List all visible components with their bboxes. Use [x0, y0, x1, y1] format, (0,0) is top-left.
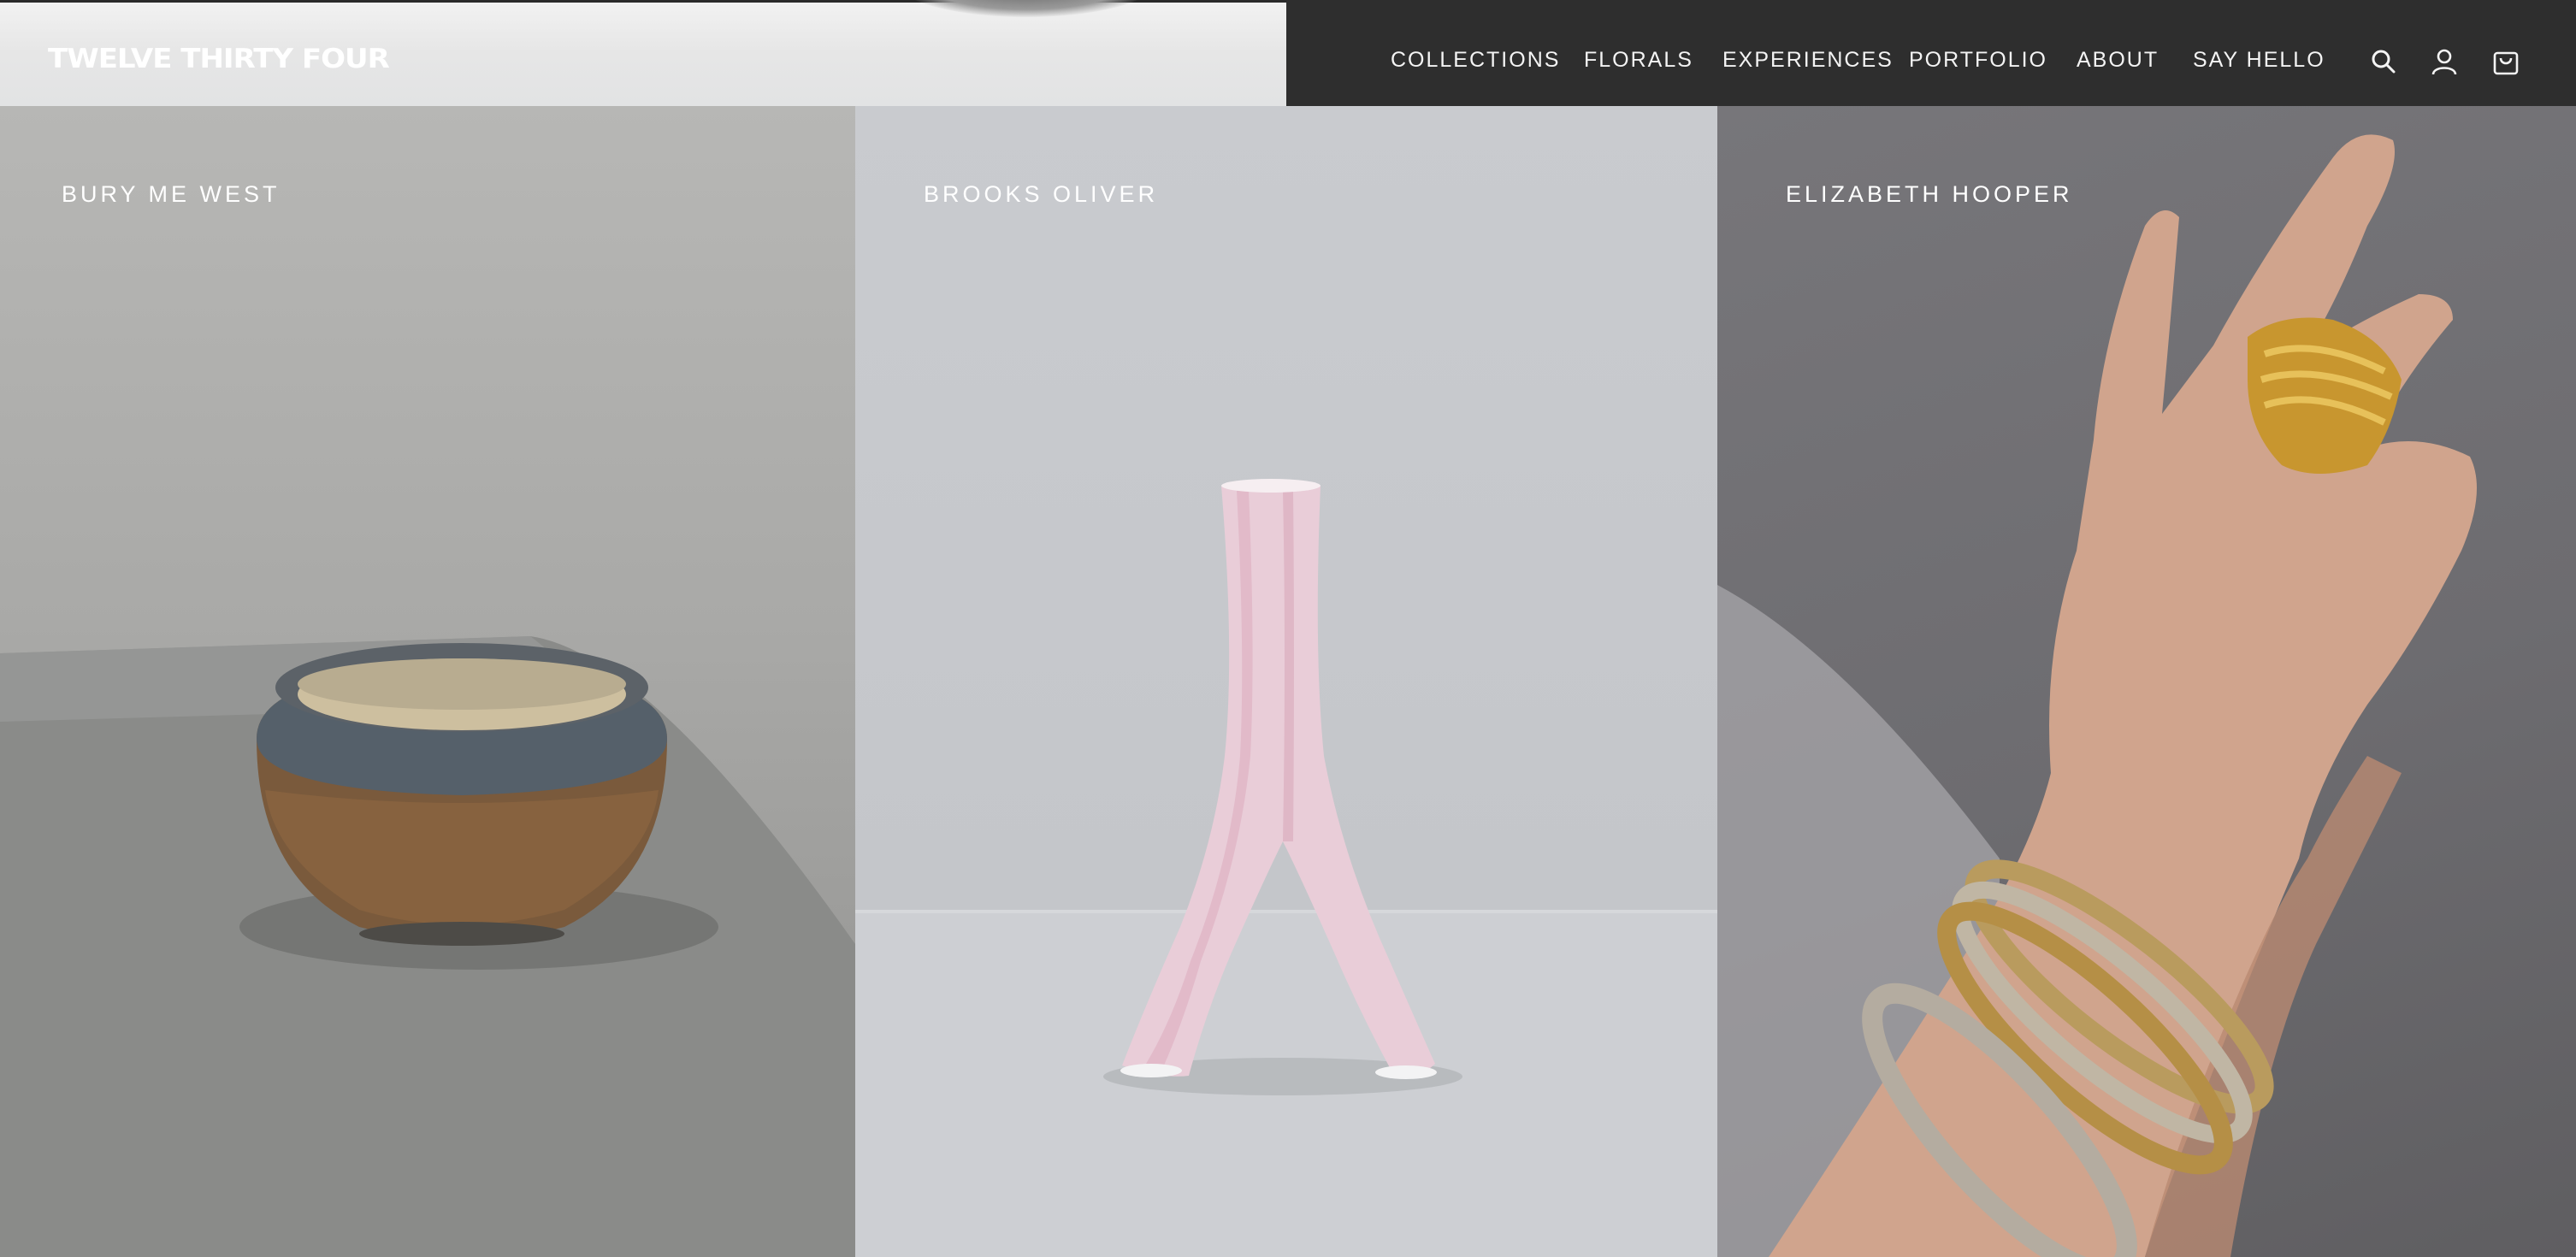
panel-label-brooks-oliver[interactable]: BROOKS OLIVER [924, 183, 1158, 206]
main-nav: COLLECTIONS FLORALS EXPERIENCES PORTFOLI… [1286, 0, 2576, 106]
search-icon[interactable] [2369, 47, 2398, 76]
nav-item-about[interactable]: ABOUT [2077, 50, 2159, 71]
panel-label-elizabeth-hooper[interactable]: ELIZABETH HOOPER [1786, 183, 2073, 206]
nav-item-say-hello[interactable]: SAY HELLO [2193, 50, 2325, 71]
panel-label-bury-me-west[interactable]: BURY ME WEST [62, 183, 281, 206]
site-logo[interactable]: TWELVE THIRTY FOUR [48, 45, 390, 72]
header-image-strip: TWELVE THIRTY FOUR [0, 0, 1286, 106]
jewelry-image [1717, 134, 2477, 1257]
collection-panel-bury-me-west[interactable]: BURY ME WEST [0, 106, 855, 1257]
header-nav-bar: COLLECTIONS FLORALS EXPERIENCES PORTFOLI… [1286, 0, 2576, 106]
collection-panel-elizabeth-hooper[interactable]: ELIZABETH HOOPER [1717, 106, 2576, 1257]
nav-item-florals[interactable]: FLORALS [1584, 50, 1693, 71]
bowl-image [0, 636, 855, 1257]
nav-item-portfolio[interactable]: PORTFOLIO [1909, 50, 2047, 71]
cart-icon[interactable] [2491, 47, 2520, 76]
account-icon[interactable] [2430, 47, 2459, 76]
vase-image [855, 479, 1717, 1257]
site-header: TWELVE THIRTY FOUR COLLECTIONS FLORALS E… [0, 0, 2576, 106]
nav-item-collections[interactable]: COLLECTIONS [1391, 50, 1560, 71]
nav-item-experiences[interactable]: EXPERIENCES [1722, 50, 1894, 71]
collection-panel-brooks-oliver[interactable]: BROOKS OLIVER [855, 106, 1717, 1257]
